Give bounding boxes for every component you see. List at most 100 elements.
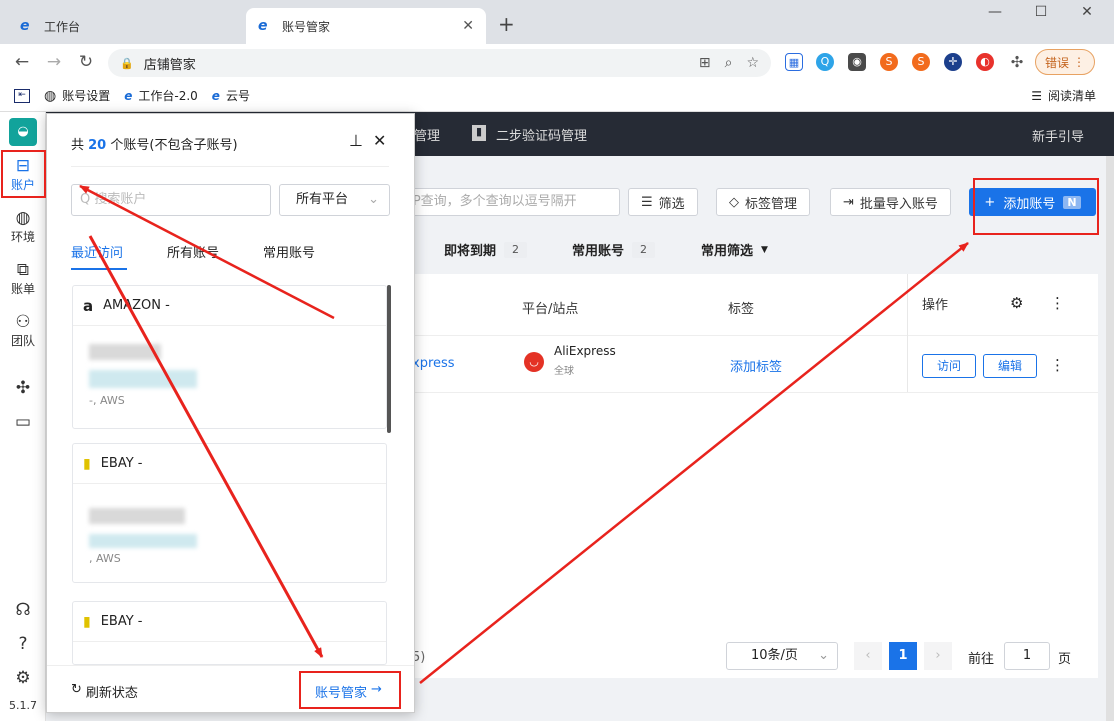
add-tag-link[interactable]: 添加标签 (730, 356, 782, 375)
platform-select[interactable]: 所有平台 ⌄ (279, 184, 390, 216)
bookmark-workbench[interactable]: e 工作台-2.0 (124, 87, 198, 104)
new-tab-plus-icon[interactable]: + (498, 14, 515, 34)
bookmark-label: 云号 (225, 89, 250, 103)
list-icon: ☰ (1031, 88, 1042, 103)
page-size-select[interactable]: 10条/页 ⌄ (726, 642, 838, 670)
card-platform: AMAZON - (103, 298, 170, 313)
extension-s2-icon[interactable]: S (912, 53, 930, 71)
column-settings-gear-icon[interactable]: ⚙ (1010, 294, 1023, 312)
header-tags: 标签 (728, 302, 755, 317)
filter-button[interactable]: ☰ 筛选 (628, 188, 698, 216)
prev-page-icon[interactable]: ‹ (854, 642, 882, 670)
plugin-button[interactable]: ✣ (0, 378, 46, 398)
tab-recent[interactable]: 最近访问 (71, 242, 123, 261)
bookmark-label: 账号设置 (62, 89, 111, 103)
star-icon[interactable]: ☆ (746, 55, 759, 71)
support-button[interactable]: ☊ (0, 600, 46, 620)
omnibox[interactable]: 🔒 店铺管家 ⊞ ⌕ ☆ (108, 49, 771, 77)
extension-target-icon[interactable]: ✛ (944, 53, 962, 71)
next-page-icon[interactable]: › (924, 642, 952, 670)
maximize-icon[interactable]: ☐ (1018, 4, 1064, 20)
message-button[interactable]: ▭ (0, 412, 46, 432)
forward-arrow-icon[interactable]: → (42, 50, 66, 74)
extension-s-icon[interactable]: S (880, 53, 898, 71)
refresh-status-button[interactable]: ↻ 刷新状态 (71, 682, 138, 701)
account-card[interactable]: ▮ EBAY - , AWS (72, 443, 387, 583)
translate-icon[interactable]: ⊞ (699, 55, 711, 71)
nav-label: 环境 (10, 230, 35, 244)
tag-icon: ◇ (729, 194, 739, 210)
extension-red-icon[interactable]: ◐ (976, 53, 994, 71)
account-card[interactable]: ▮ EBAY - (72, 601, 387, 665)
pin-icon[interactable]: ⊥ (349, 131, 363, 150)
bookmarks-bar: ⇤ ◍ 账号设置 e 工作台-2.0 e 云号 ☰ 阅读清单 (0, 80, 1114, 112)
sidebar-toggle-icon[interactable]: ⇤ (14, 88, 30, 103)
page-number-current[interactable]: 1 (889, 642, 917, 670)
tab-account-manager[interactable]: e 账号管家 ✕ (246, 8, 486, 44)
error-button[interactable]: 错误 ⋮ (1035, 49, 1095, 75)
extensions-puzzle-icon[interactable]: ✣ (1008, 53, 1026, 71)
platform-site: 全球 (554, 366, 574, 377)
extension-color-icon[interactable]: ◉ (848, 53, 866, 71)
row-more-icon[interactable]: ⋮ (1050, 356, 1065, 374)
reload-icon[interactable]: ↻ (74, 50, 98, 74)
tab-underline (71, 268, 127, 270)
extension-grid-icon[interactable]: ▦ (785, 53, 803, 71)
chevron-down-icon: ⌄ (368, 192, 379, 207)
visit-button[interactable]: 访问 (922, 354, 976, 378)
reading-list-label: 阅读清单 (1047, 89, 1096, 103)
globe-icon: ◍ (15, 208, 31, 228)
divider (47, 665, 414, 666)
nav-item-environment[interactable]: ◍ 环境 (0, 208, 46, 245)
more-vert-icon[interactable]: ⋮ (1050, 294, 1065, 312)
amazon-logo-icon: a (83, 296, 94, 315)
minimize-icon[interactable]: — (972, 4, 1018, 20)
ebay-bag-icon: ▮ (83, 613, 91, 630)
popup-scrollbar[interactable] (387, 285, 391, 433)
reading-list[interactable]: ☰ 阅读清单 (1031, 87, 1096, 104)
page-scrollbar[interactable] (1106, 156, 1114, 721)
tab-all-accounts[interactable]: 所有账号 (167, 242, 219, 261)
close-icon[interactable]: ✕ (373, 131, 386, 150)
bookmark-cloud[interactable]: e 云号 (212, 87, 250, 104)
batch-import-button[interactable]: ⇥ 批量导入账号 (830, 188, 951, 216)
help-button[interactable]: ? (0, 634, 46, 654)
filter-icon: ☰ (641, 194, 653, 210)
tag-manage-button[interactable]: ◇ 标签管理 (716, 188, 811, 216)
tags-label: 标签管理 (745, 196, 798, 212)
popup-search-input[interactable]: Q 搜索账户 (71, 184, 271, 216)
divider (71, 166, 389, 167)
filter-common[interactable]: 常用账号 2 (572, 240, 656, 259)
settings-button[interactable]: ⚙ (0, 668, 46, 688)
nav-item-bill[interactable]: ⧉ 账单 (0, 260, 46, 297)
guide-link[interactable]: 新手引导 (1032, 126, 1084, 145)
filter-expiring[interactable]: 即将到期 2 (444, 240, 528, 259)
aliexpress-logo-icon: ◡ (524, 352, 544, 372)
tab-common-accounts[interactable]: 常用账号 (263, 242, 315, 261)
chat-icon: ▭ (14, 412, 32, 432)
goto-page-input[interactable]: 1 (1004, 642, 1050, 670)
puzzle-icon: ✣ (15, 378, 31, 398)
tab-workbench[interactable]: e 工作台 (8, 8, 244, 44)
ie-logo-icon: e (20, 18, 30, 34)
lock-icon: 🔒 (120, 56, 134, 70)
bookmark-account-settings[interactable]: ◍ 账号设置 (44, 87, 110, 104)
close-tab-icon[interactable]: ✕ (462, 18, 474, 34)
account-card[interactable]: a AMAZON - -, AWS (72, 285, 387, 429)
headset-icon: ☊ (15, 600, 31, 620)
zoom-icon[interactable]: ⌕ (725, 55, 733, 71)
annotation-box-manager-link (299, 671, 401, 709)
account-quick-popup: 共 20 个账号(不包含子账号) ⊥ ✕ Q 搜索账户 所有平台 ⌄ 最近访问 所… (46, 113, 415, 713)
ie-logo-icon: e (211, 88, 220, 103)
error-label: 错误 (1044, 55, 1069, 70)
back-arrow-icon[interactable]: ← (10, 50, 34, 74)
account-name-partial[interactable]: xpress (412, 356, 455, 371)
menu-item-2fa[interactable]: ▮ 二步验证码管理 (472, 125, 587, 144)
edit-button[interactable]: 编辑 (983, 354, 1037, 378)
header-actions: 操作 (922, 298, 949, 313)
filter-saved[interactable]: 常用筛选 ▼ (701, 240, 768, 259)
extension-q-icon[interactable]: Q (816, 53, 834, 71)
close-window-icon[interactable]: ✕ (1064, 4, 1110, 20)
nav-item-team[interactable]: ⚇ 团队 (0, 312, 46, 349)
menu-item-partial[interactable]: 管理 (414, 125, 440, 144)
